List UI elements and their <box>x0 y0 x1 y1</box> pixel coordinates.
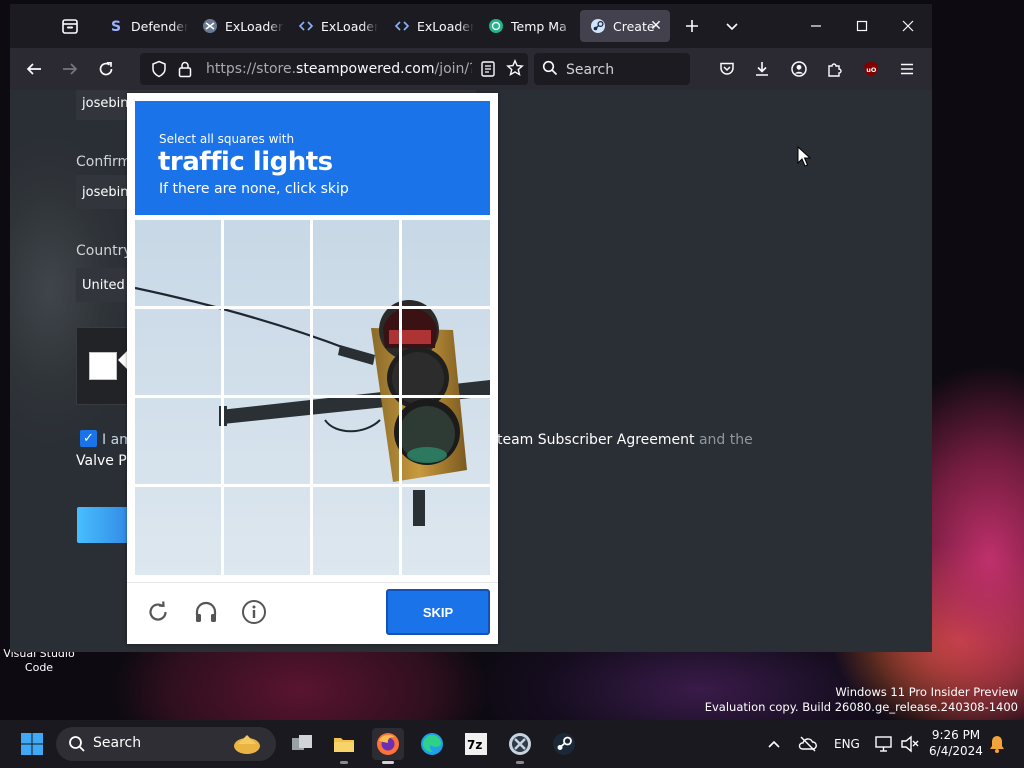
tab-exloader-3[interactable]: ExLoader <box>384 10 474 42</box>
refresh-icon[interactable] <box>144 598 172 626</box>
url-prefix: https://store. <box>206 61 297 77</box>
watermark-line1: Windows 11 Pro Insider Preview <box>835 685 1018 699</box>
skip-button[interactable]: SKIP <box>386 589 490 635</box>
reader-view-icon[interactable] <box>480 60 496 82</box>
file-explorer-icon[interactable] <box>328 728 360 764</box>
account-icon[interactable] <box>787 57 811 81</box>
extensions-puzzle-icon[interactable] <box>823 57 847 81</box>
url-domain: steampowered.com <box>296 61 435 77</box>
firefox-icon[interactable] <box>372 728 404 764</box>
url-text[interactable]: https://store.steampowered.com/join/?red… <box>206 61 472 77</box>
volume-muted-icon[interactable] <box>900 734 920 758</box>
hcaptcha-challenge: Select all squares with traffic lights I… <box>127 93 498 644</box>
clock-date: 6/4/2024 <box>929 744 983 758</box>
maximize-icon[interactable] <box>847 12 877 40</box>
svg-text:uO: uO <box>866 66 877 74</box>
bookmark-star-icon[interactable] <box>506 59 524 81</box>
clock-time: 9:26 PM <box>931 728 981 742</box>
desktop-icon-label-line2: Code <box>24 661 54 674</box>
subscriber-agreement-text: team Subscriber Agreement and the <box>497 432 753 448</box>
forward-arrow-icon[interactable] <box>58 57 82 81</box>
search-input[interactable] <box>564 59 686 81</box>
steam-taskbar-icon[interactable] <box>548 728 580 760</box>
close-window-icon[interactable] <box>893 12 923 40</box>
network-monitor-icon[interactable] <box>874 734 894 758</box>
list-all-tabs-chevron-down-icon[interactable] <box>720 14 744 38</box>
windows-watermark: Windows 11 Pro Insider Preview Evaluatio… <box>705 685 1018 715</box>
running-indicator <box>382 761 394 764</box>
tab-temp-mail[interactable]: Temp Ma <box>478 10 574 42</box>
notification-bell-icon[interactable] <box>988 734 1006 758</box>
downloads-icon[interactable] <box>750 57 774 81</box>
exloader-icon <box>202 18 218 34</box>
prompt-skip-hint: If there are none, click skip <box>159 181 349 197</box>
tracking-protection-shield-icon[interactable] <box>150 60 168 82</box>
taskbar-search-label: Search <box>93 735 142 751</box>
audio-headphones-icon[interactable] <box>192 598 220 626</box>
hcaptcha-checkbox[interactable] <box>89 352 117 380</box>
confirm-email-label: Confirm <box>76 154 132 170</box>
valve-privacy-link[interactable]: Valve Pr <box>76 453 132 469</box>
tab-bar: S Defender ExLoader | ExLoader ExLoader … <box>10 4 932 48</box>
onedrive-offline-icon[interactable] <box>798 734 818 758</box>
subscriber-agreement-link[interactable]: team Subscriber Agreement <box>497 432 695 448</box>
code-brackets-icon <box>394 18 410 34</box>
reload-icon[interactable] <box>94 57 118 81</box>
tab-list-icon[interactable] <box>58 14 82 38</box>
7zip-icon[interactable]: 7z <box>460 728 492 760</box>
challenge-prompt: Select all squares with traffic lights I… <box>135 101 490 215</box>
image-grid <box>135 220 490 575</box>
running-indicator <box>516 761 524 764</box>
language-indicator[interactable]: ENG <box>834 737 860 751</box>
minimize-icon[interactable] <box>801 12 831 40</box>
task-view-icon[interactable] <box>286 728 318 760</box>
watermark-line2: Evaluation copy. Build 26080.ge_release.… <box>704 700 1018 714</box>
exloader-taskbar-icon[interactable] <box>504 728 536 764</box>
clock[interactable]: 9:26 PM 6/4/2024 <box>928 728 984 758</box>
tab-create-account[interactable]: Create ✕ <box>580 10 670 42</box>
nav-bar: https://store.steampowered.com/join/?red… <box>10 48 932 90</box>
mouse-cursor-icon <box>797 146 811 167</box>
close-tab-icon[interactable]: ✕ <box>648 18 664 34</box>
agree-suffix: and the <box>694 432 753 448</box>
steam-icon <box>590 18 606 34</box>
agree-checkbox[interactable]: ✓ <box>80 430 97 447</box>
show-hidden-icons-chevron-up-icon[interactable] <box>766 736 782 756</box>
search-bar[interactable] <box>534 53 690 85</box>
taskbar-search-icon <box>68 735 86 757</box>
prompt-instruction: Select all squares with <box>159 132 295 146</box>
code-brackets-icon <box>298 18 314 34</box>
tab-defender[interactable]: S Defender <box>98 10 188 42</box>
country-label: Country <box>76 243 132 259</box>
ublock-origin-icon[interactable]: uO <box>859 57 883 81</box>
edge-icon[interactable] <box>416 728 448 760</box>
running-indicator <box>340 761 348 764</box>
steam-s-icon: S <box>108 18 124 34</box>
tab-exloader-2[interactable]: ExLoader <box>288 10 378 42</box>
app-menu-hamburger-icon[interactable] <box>895 57 919 81</box>
info-icon[interactable] <box>240 598 268 626</box>
windows-taskbar: Search 7z ENG 9:26 PM 6/4/2024 <box>0 720 1024 768</box>
svg-text:7z: 7z <box>467 738 482 752</box>
svg-text:S: S <box>111 19 121 34</box>
pocket-icon[interactable] <box>715 57 739 81</box>
search-highlight-icon <box>232 730 262 762</box>
tab-exloader-1[interactable]: ExLoader | <box>192 10 284 42</box>
lock-icon[interactable] <box>177 60 193 82</box>
footer-divider <box>127 582 498 583</box>
challenge-pointer <box>118 351 127 369</box>
url-suffix: /join/?redir <box>434 61 472 77</box>
prompt-target: traffic lights <box>158 147 333 177</box>
taskbar-search[interactable]: Search <box>56 727 276 761</box>
back-arrow-icon[interactable] <box>22 57 46 81</box>
new-tab-plus-icon[interactable] <box>680 14 704 38</box>
start-windows-icon[interactable] <box>16 728 48 760</box>
url-bar[interactable]: https://store.steampowered.com/join/?red… <box>140 53 528 85</box>
search-icon <box>542 60 558 80</box>
temp-mail-icon <box>488 18 504 34</box>
